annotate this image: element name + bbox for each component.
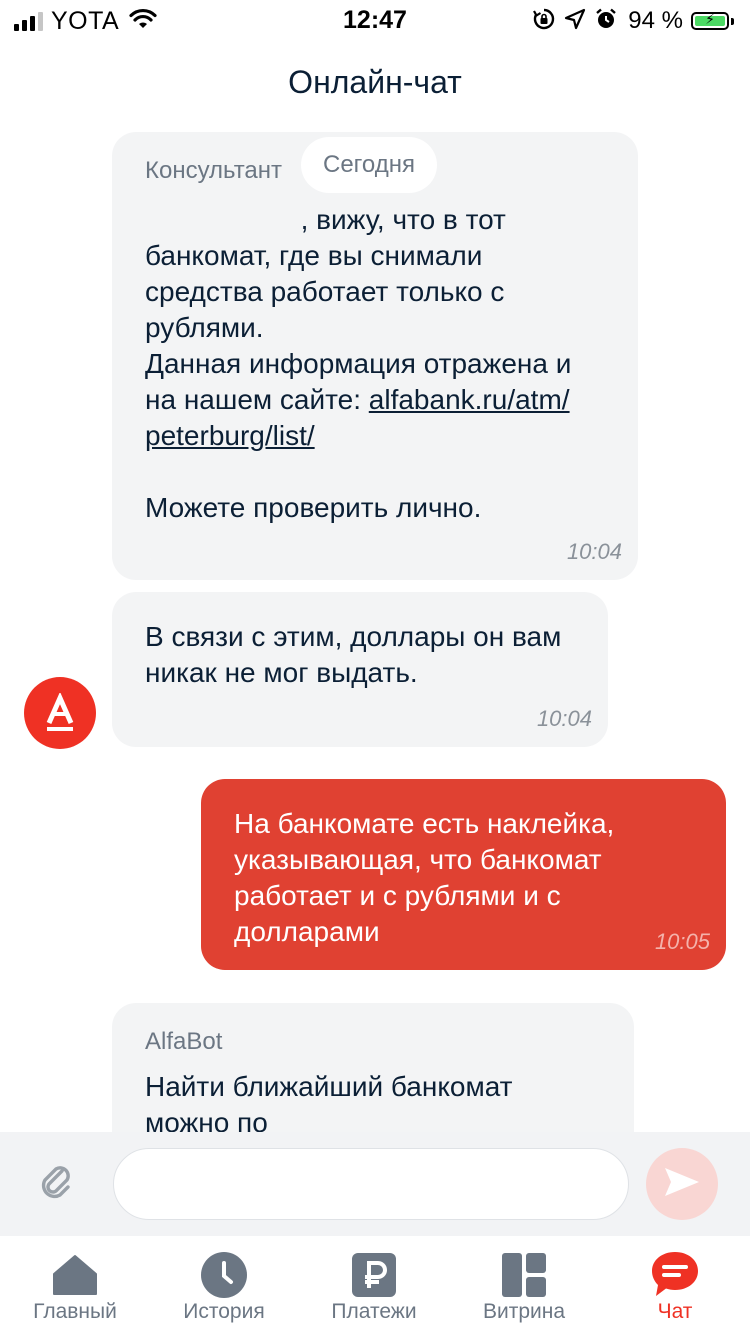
message-consultant: Консультант , вижу, что в тот банкомат, … <box>112 132 638 580</box>
message-input[interactable] <box>113 1148 629 1220</box>
message-time: 10:05 <box>654 929 710 954</box>
tab-label: Витрина <box>482 1300 566 1323</box>
tab-label: Платежи <box>331 1300 417 1323</box>
atm-list-link-continued[interactable]: peterburg/list/ <box>145 420 315 451</box>
message-composer <box>0 1132 750 1236</box>
message-sender: AlfaBot <box>145 1028 223 1055</box>
home-icon <box>50 1250 100 1300</box>
alarm-clock-icon <box>594 7 618 36</box>
message-consultant: В связи с этим, доллары он вам никак не … <box>112 592 608 747</box>
page-title: Онлайн-чат <box>288 64 462 100</box>
tab-label: История <box>183 1300 265 1323</box>
alfa-logo-icon <box>24 677 96 749</box>
tab-bar: Главный История Платежи Витрина Чат <box>0 1236 750 1334</box>
tab-payments[interactable]: Платежи <box>299 1236 449 1334</box>
location-arrow-icon <box>564 8 586 35</box>
battery-nub <box>731 17 734 25</box>
message-text: Найти ближайший банкомат можно по <box>145 1071 521 1132</box>
ruble-icon <box>349 1250 399 1300</box>
tab-label: Чат <box>657 1300 693 1323</box>
clock-icon <box>199 1250 249 1300</box>
message-text: В связи с этим, доллары он вам никак не … <box>145 621 570 688</box>
rotation-lock-icon <box>532 7 556 36</box>
attach-button[interactable] <box>34 1162 78 1206</box>
grid-icon <box>499 1250 549 1300</box>
chat-bubble-icon <box>650 1250 700 1300</box>
send-button[interactable] <box>646 1148 718 1220</box>
atm-list-link[interactable]: alfabank.ru/atm/ <box>369 384 570 415</box>
tab-main[interactable]: Главный <box>0 1236 150 1334</box>
message-user: На банкомате есть наклейка, указывающая,… <box>201 779 726 970</box>
battery-percent: 94 % <box>628 7 683 34</box>
send-icon <box>663 1165 701 1204</box>
paperclip-icon <box>38 1162 74 1207</box>
tab-label: Главный <box>33 1300 117 1323</box>
tab-chat[interactable]: Чат <box>600 1236 750 1334</box>
message-time: 10:04 <box>566 539 622 564</box>
tab-history[interactable]: История <box>149 1236 299 1334</box>
message-text: , вижу, что в тот банкомат, где вы снима… <box>145 204 572 523</box>
chat-feed[interactable]: Консультант , вижу, что в тот банкомат, … <box>0 120 750 1132</box>
message-time: 10:04 <box>536 706 592 731</box>
message-bot: AlfaBot Найти ближайший банкомат можно п… <box>112 1003 634 1132</box>
battery-icon: ⚡ <box>691 11 729 30</box>
status-right: 94 % ⚡ <box>532 6 734 36</box>
status-bar: YOTA 12:47 94 % ⚡ <box>0 0 750 40</box>
date-separator: Сегодня <box>301 137 437 193</box>
tab-showcase[interactable]: Витрина <box>449 1236 599 1334</box>
message-text: На банкомате есть наклейка, указывающая,… <box>234 808 623 947</box>
